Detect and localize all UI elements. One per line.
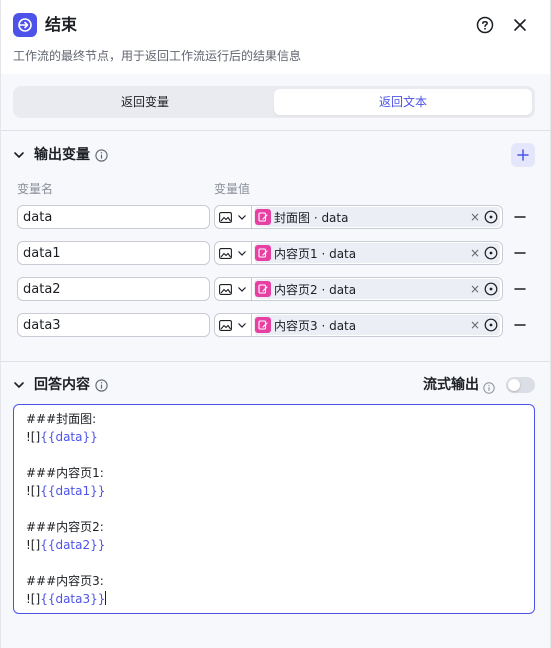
image-type-icon: [219, 283, 232, 295]
reference-label: 内容页1 · data: [274, 246, 357, 261]
variable-value-field: 内容页1 · data ×: [214, 241, 503, 265]
chevron-down-icon: [238, 215, 246, 220]
node-ref-icon: [255, 245, 271, 261]
tab-return-text[interactable]: 返回文本: [274, 89, 532, 115]
value-type-select[interactable]: [215, 206, 252, 228]
end-node-icon: [13, 13, 37, 37]
variable-row: 内容页1 · data ×: [17, 241, 532, 265]
column-label-value: 变量值: [214, 182, 251, 196]
variable-value-field: 内容页3 · data ×: [214, 313, 503, 337]
editor-line: ![]{{data1}}: [26, 484, 106, 498]
chevron-down-icon[interactable]: [13, 379, 25, 391]
help-circle-icon[interactable]: [475, 15, 495, 35]
variable-row: 封面图 · data ×: [17, 205, 532, 229]
chevron-down-icon: [238, 323, 246, 328]
output-section-title: 输出变量: [34, 147, 90, 163]
node-title[interactable]: 结束: [45, 13, 77, 37]
target-icon[interactable]: [483, 245, 499, 261]
editor-line: ###封面图:: [26, 412, 97, 426]
close-icon[interactable]: [510, 15, 530, 35]
stream-output-label: 流式输出: [423, 377, 479, 393]
end-node-panel: 结束 工作流的最终节点，用于返回工作流运行后的结果信息 返回变量 返回文本 输出…: [0, 0, 551, 648]
text-caret: [105, 591, 107, 605]
variable-name-input[interactable]: [17, 241, 210, 265]
image-type-icon: [219, 211, 232, 223]
image-type-icon: [219, 319, 232, 331]
variable-value-field: 内容页2 · data ×: [214, 277, 503, 301]
target-icon[interactable]: [483, 281, 499, 297]
column-label-name: 变量名: [17, 182, 54, 196]
chevron-down-icon[interactable]: [13, 149, 25, 161]
tab-return-variables[interactable]: 返回变量: [16, 89, 274, 115]
editor-line: ###内容页3:: [26, 574, 104, 588]
output-section-header[interactable]: 输出变量: [13, 144, 108, 166]
editor-line: ###内容页2:: [26, 520, 104, 534]
chevron-down-icon: [238, 287, 246, 292]
plus-icon: [517, 149, 529, 161]
section-divider: [1, 130, 550, 131]
section-divider: [1, 361, 550, 362]
value-type-select[interactable]: [215, 278, 252, 300]
variable-reference-tag[interactable]: 内容页2 · data ×: [254, 279, 500, 299]
variable-reference-tag[interactable]: 内容页1 · data ×: [254, 243, 500, 263]
answer-section-title: 回答内容: [34, 377, 90, 393]
variable-row: 内容页2 · data ×: [17, 277, 532, 301]
return-mode-tabs: 返回变量 返回文本: [13, 86, 535, 118]
editor-line: ![]{{data3}}: [26, 591, 107, 606]
variable-value-field: 封面图 · data ×: [214, 205, 503, 229]
node-description[interactable]: 工作流的最终节点，用于返回工作流运行后的结果信息: [13, 47, 301, 65]
answer-section-header[interactable]: 回答内容: [13, 374, 108, 396]
variable-reference-tag[interactable]: 封面图 · data ×: [254, 207, 500, 227]
editor-line: ![]{{data}}: [26, 430, 98, 444]
clear-reference-icon[interactable]: ×: [468, 318, 482, 332]
stream-output-toggle[interactable]: [506, 377, 535, 393]
add-variable-button[interactable]: [511, 143, 535, 167]
answer-content-editor[interactable]: ###封面图: ![]{{data}} ###内容页1: ![]{{data1}…: [13, 404, 535, 614]
variable-name-input[interactable]: [17, 277, 210, 301]
clear-reference-icon[interactable]: ×: [468, 246, 482, 260]
minus-icon[interactable]: [513, 210, 527, 224]
chevron-down-icon: [238, 251, 246, 256]
info-icon[interactable]: [95, 378, 108, 392]
variable-name-input[interactable]: [17, 205, 210, 229]
clear-reference-icon[interactable]: ×: [468, 210, 482, 224]
variable-name-input[interactable]: [17, 313, 210, 337]
panel-header: 结束 工作流的最终节点，用于返回工作流运行后的结果信息: [1, 0, 550, 74]
minus-icon[interactable]: [513, 318, 527, 332]
reference-label: 封面图 · data: [274, 210, 349, 225]
info-icon[interactable]: [483, 379, 495, 394]
value-type-select[interactable]: [215, 314, 252, 336]
node-ref-icon: [255, 281, 271, 297]
editor-line: ###内容页1:: [26, 466, 104, 480]
toggle-knob: [508, 379, 520, 391]
reference-label: 内容页3 · data: [274, 318, 357, 333]
target-icon[interactable]: [483, 317, 499, 333]
info-icon[interactable]: [95, 148, 108, 162]
clear-reference-icon[interactable]: ×: [468, 282, 482, 296]
value-type-select[interactable]: [215, 242, 252, 264]
variable-row: 内容页3 · data ×: [17, 313, 532, 337]
node-ref-icon: [255, 317, 271, 333]
editor-line: ![]{{data2}}: [26, 538, 106, 552]
target-icon[interactable]: [483, 209, 499, 225]
image-type-icon: [219, 247, 232, 259]
minus-icon[interactable]: [513, 246, 527, 260]
node-ref-icon: [255, 209, 271, 225]
variable-reference-tag[interactable]: 内容页3 · data ×: [254, 315, 500, 335]
minus-icon[interactable]: [513, 282, 527, 296]
reference-label: 内容页2 · data: [274, 282, 357, 297]
